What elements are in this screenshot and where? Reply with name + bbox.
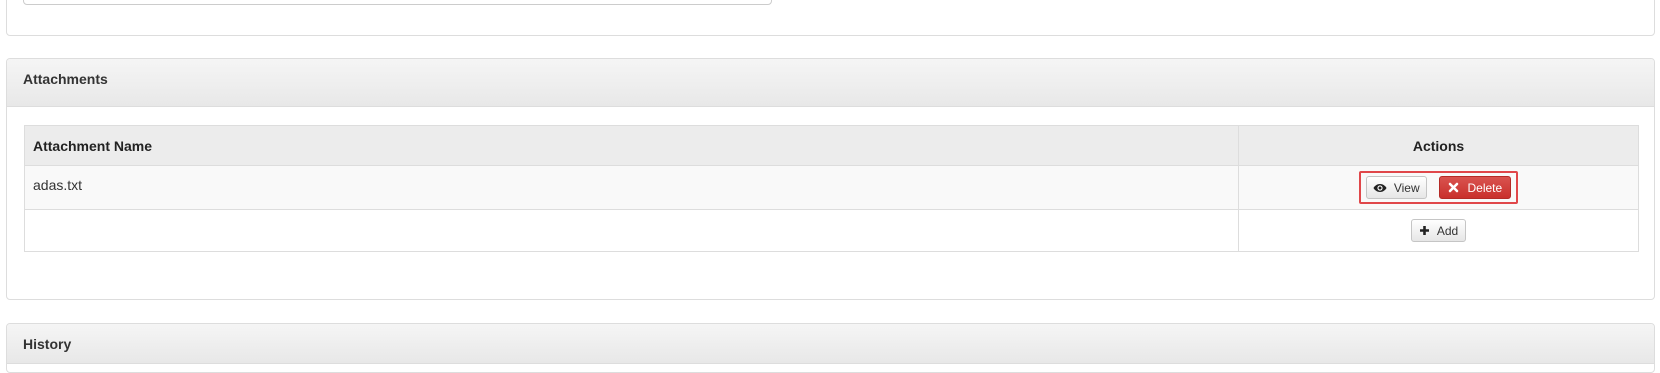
previous-panel (6, 0, 1655, 36)
table-row: adas.txt View Delete (24, 165, 1639, 210)
plus-icon (1419, 225, 1430, 236)
history-panel: History (6, 323, 1655, 373)
column-header-actions: Actions (1238, 125, 1639, 166)
attachments-panel-title: Attachments (7, 59, 1654, 107)
add-button-label: Add (1436, 223, 1459, 238)
view-button-label: View (1393, 180, 1420, 195)
table-row: Add (24, 209, 1639, 252)
eye-icon (1373, 183, 1387, 193)
table-header-row: Attachment Name Actions (24, 125, 1639, 166)
empty-name-cell (24, 209, 1239, 252)
history-panel-title: History (7, 324, 1654, 364)
partial-input-field[interactable] (23, 0, 772, 5)
close-x-icon (1448, 182, 1459, 193)
add-actions-cell: Add (1238, 209, 1639, 252)
row-actions-group: View Delete (1358, 171, 1519, 204)
attachment-name-cell: adas.txt (24, 165, 1239, 210)
attachment-actions-cell: View Delete (1238, 165, 1639, 210)
column-header-attachment-name: Attachment Name (24, 125, 1239, 166)
attachments-table: Attachment Name Actions adas.txt View De… (24, 125, 1639, 252)
delete-button[interactable]: Delete (1438, 176, 1512, 199)
view-button[interactable]: View (1365, 176, 1427, 199)
add-button[interactable]: Add (1410, 219, 1467, 242)
attachments-panel: Attachments Attachment Name Actions adas… (6, 58, 1655, 300)
delete-button-label: Delete (1467, 180, 1503, 195)
